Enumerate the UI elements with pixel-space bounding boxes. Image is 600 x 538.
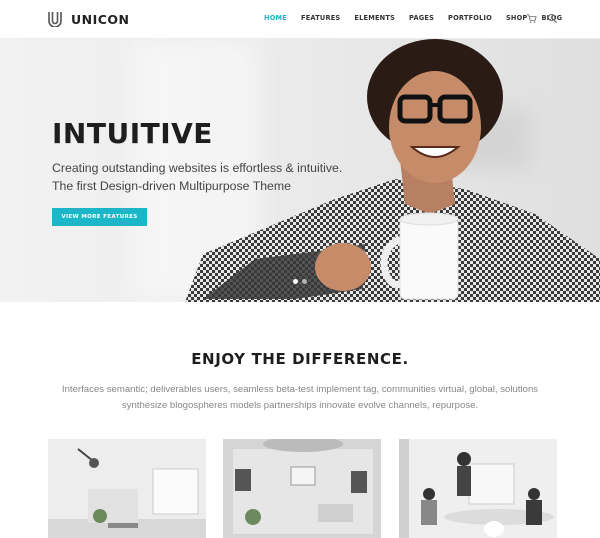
cart-icon[interactable] [526, 13, 537, 24]
brand-name: UNICON [71, 11, 130, 27]
logo[interactable]: UNICON [47, 11, 130, 27]
hero-title: INTUITIVE [52, 117, 213, 150]
search-icon[interactable] [547, 13, 558, 24]
meeting-image [399, 439, 557, 538]
slider-dot-1[interactable] [293, 279, 298, 284]
feature-card-image-desk[interactable] [223, 439, 381, 538]
site-header: UNICON HOME FEATURES ELEMENTS PAGES PORT… [0, 0, 600, 39]
feature-card-image-workspace[interactable] [48, 439, 206, 538]
section-title-regular: ENJOY THE [191, 350, 293, 368]
view-more-features-button[interactable]: VIEW MORE FEATURES [52, 208, 147, 226]
hero-subtitle-line-2: The first Design-driven Multipurpose The… [52, 179, 291, 193]
section-title-bold: DIFFERENCE. [292, 350, 409, 368]
feature-card-image-meeting[interactable] [399, 439, 557, 538]
hero-slider: INTUITIVE Creating outstanding websites … [0, 39, 600, 302]
logo-mark-icon [48, 12, 62, 27]
nav-home[interactable]: HOME [264, 14, 287, 22]
nav-portfolio[interactable]: PORTFOLIO [448, 14, 492, 22]
section-text: Interfaces semantic; deliverables users,… [61, 384, 539, 411]
nav-elements[interactable]: ELEMENTS [354, 14, 395, 22]
desk-image [223, 439, 381, 538]
nav-features[interactable]: FEATURES [301, 14, 340, 22]
slider-pagination [293, 279, 307, 284]
hero-subtitle-line-1: Creating outstanding websites is effortl… [52, 161, 343, 175]
workspace-image [48, 439, 206, 538]
slider-dot-2[interactable] [302, 279, 307, 284]
nav-shop[interactable]: SHOP [506, 14, 528, 22]
nav-pages[interactable]: PAGES [409, 14, 434, 22]
section-title: ENJOY THE DIFFERENCE. [0, 350, 600, 368]
main-nav: HOME FEATURES ELEMENTS PAGES PORTFOLIO S… [264, 14, 562, 22]
hero-subtitle: Creating outstanding websites is effortl… [52, 159, 352, 195]
